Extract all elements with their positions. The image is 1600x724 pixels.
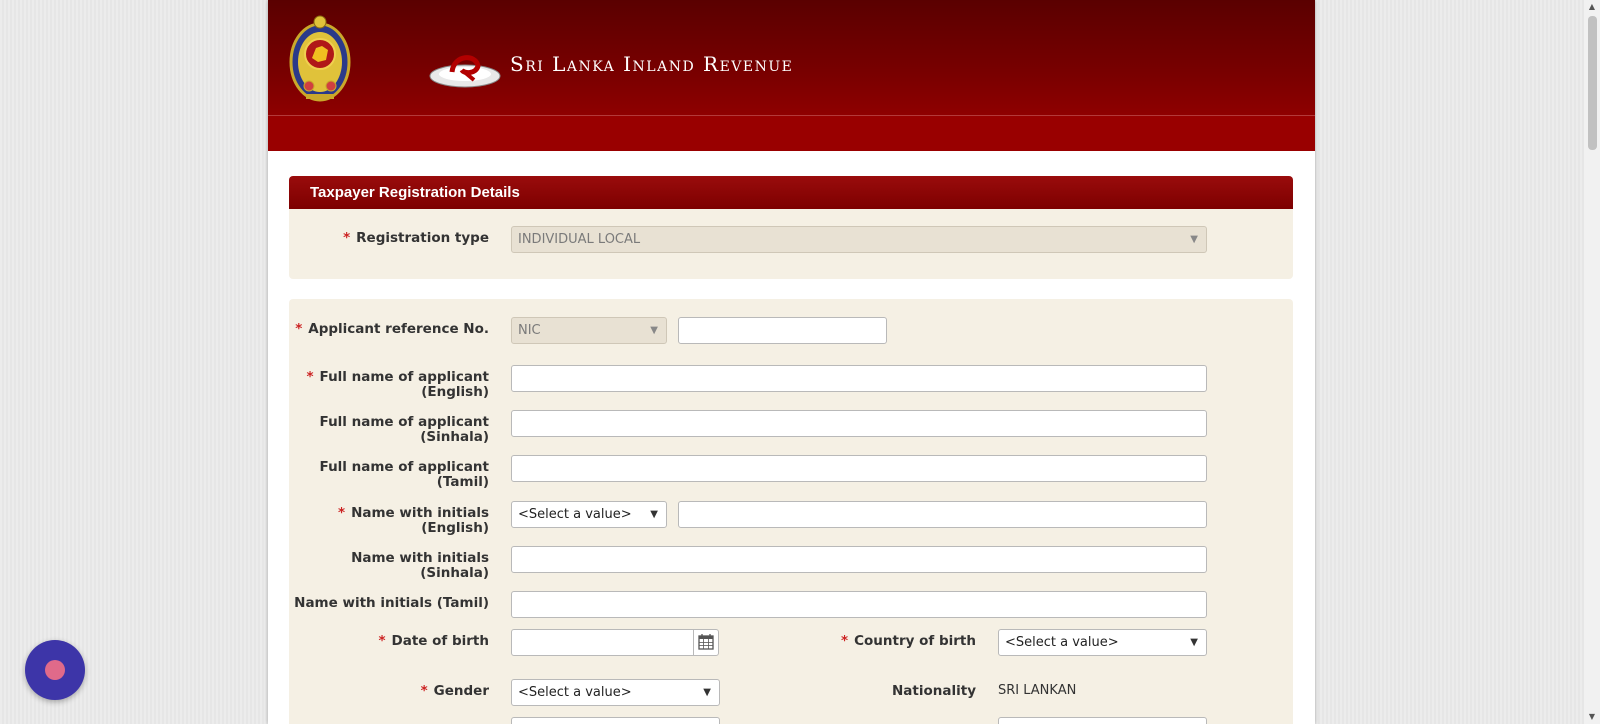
section-header: Taxpayer Registration Details	[289, 176, 1293, 209]
initials-english-input[interactable]	[678, 501, 1207, 528]
required-marker: *	[841, 633, 849, 649]
date-of-birth-input[interactable]	[511, 629, 694, 656]
gender-select[interactable]: <Select a value> ▼	[511, 679, 720, 706]
required-marker: *	[295, 321, 303, 337]
chat-widget-button[interactable]	[25, 640, 85, 700]
required-marker: *	[378, 633, 386, 649]
chat-bubble-icon	[45, 660, 65, 680]
chevron-down-icon: ▼	[703, 687, 711, 698]
chevron-down-icon: ▼	[650, 325, 658, 336]
required-marker: *	[343, 230, 351, 246]
banner-nav-strip	[268, 116, 1315, 151]
full-name-english-label: * Full name of applicant (English)	[306, 369, 489, 400]
scroll-down-arrow-icon[interactable]: ▼	[1584, 710, 1600, 724]
country-of-birth-label: * Country of birth	[841, 633, 976, 649]
chevron-down-icon: ▼	[1190, 637, 1198, 648]
applicant-details-panel: * Applicant reference No. NIC ▼ * Full nam…	[289, 299, 1293, 724]
required-marker: *	[306, 369, 314, 385]
next-row-select-left[interactable]	[511, 717, 720, 724]
full-name-tamil-input[interactable]	[511, 455, 1207, 482]
scroll-up-arrow-icon[interactable]: ▲	[1584, 0, 1600, 14]
date-of-birth-label: * Date of birth	[378, 633, 489, 649]
full-name-sinhala-label: Full name of applicant (Sinhala)	[319, 414, 489, 445]
chevron-down-icon: ▼	[1190, 234, 1198, 245]
header-banner: Sri Lanka Inland Revenue	[268, 0, 1315, 151]
applicant-ref-input[interactable]	[678, 317, 887, 344]
scroll-thumb[interactable]	[1588, 16, 1597, 150]
applicant-ref-type-select[interactable]: NIC ▼	[511, 317, 667, 344]
gender-label: * Gender	[420, 683, 489, 699]
registration-type-panel: * Registration type INDIVIDUAL LOCAL ▼	[289, 209, 1293, 279]
full-name-tamil-label: Full name of applicant (Tamil)	[319, 459, 489, 490]
section-title: Taxpayer Registration Details	[310, 184, 520, 201]
full-name-english-input[interactable]	[511, 365, 1207, 392]
initials-title-select[interactable]: <Select a value> ▼	[511, 501, 667, 528]
page-container: Sri Lanka Inland Revenue Taxpayer Regist…	[268, 0, 1315, 724]
next-row-input-right[interactable]	[998, 717, 1207, 724]
nationality-label: Nationality	[892, 683, 976, 699]
sri-lanka-emblem-icon	[289, 15, 351, 102]
initials-sinhala-input[interactable]	[511, 546, 1207, 573]
ird-logo-icon	[429, 55, 501, 88]
required-marker: *	[338, 505, 346, 521]
initials-tamil-input[interactable]	[511, 591, 1207, 618]
applicant-ref-label: * Applicant reference No.	[295, 321, 489, 337]
nationality-value: SRI LANKAN	[998, 683, 1077, 698]
full-name-sinhala-input[interactable]	[511, 410, 1207, 437]
date-picker-button[interactable]	[693, 629, 719, 656]
initials-english-label: * Name with initials (English)	[338, 505, 489, 536]
site-title: Sri Lanka Inland Revenue	[510, 52, 794, 76]
page-scrollbar[interactable]: ▲ ▼	[1584, 0, 1600, 724]
chevron-down-icon: ▼	[650, 509, 658, 520]
initials-sinhala-label: Name with initials (Sinhala)	[351, 550, 489, 581]
required-marker: *	[420, 683, 428, 699]
calendar-icon	[698, 634, 714, 650]
registration-type-label: * Registration type	[343, 230, 489, 246]
initials-tamil-label: Name with initials (Tamil)	[294, 595, 489, 611]
country-of-birth-select[interactable]: <Select a value> ▼	[998, 629, 1207, 656]
registration-type-select[interactable]: INDIVIDUAL LOCAL ▼	[511, 226, 1207, 253]
